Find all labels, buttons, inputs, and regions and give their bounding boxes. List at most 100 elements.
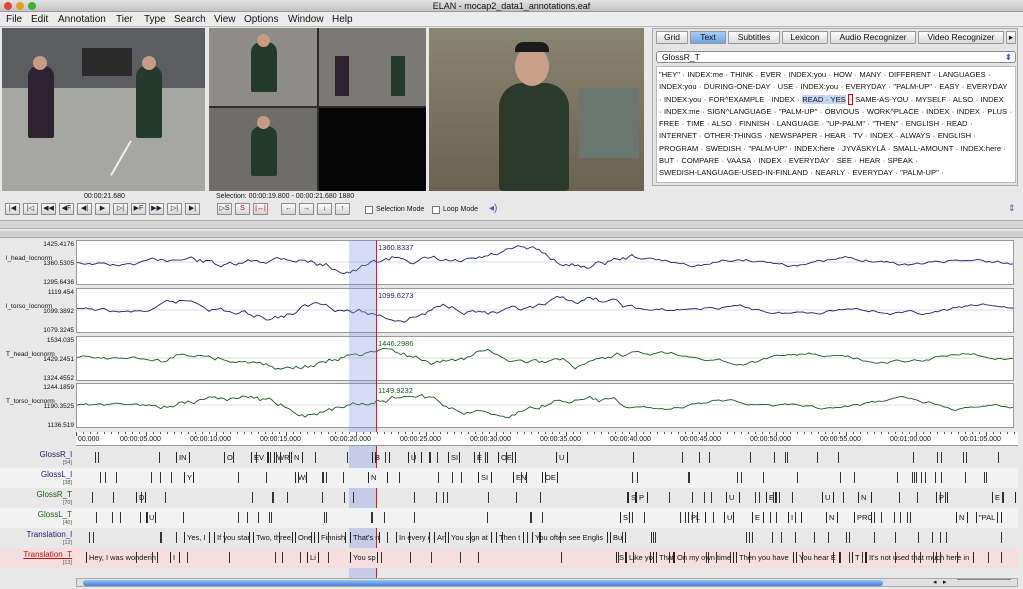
annotation-boundary[interactable] bbox=[916, 472, 917, 483]
annotation-boundary[interactable] bbox=[651, 532, 652, 543]
annotation-boundary[interactable] bbox=[159, 452, 160, 463]
tier-name[interactable]: Translation_T bbox=[0, 550, 72, 560]
annotation-boundary[interactable] bbox=[914, 472, 915, 483]
annotation-boundary[interactable] bbox=[685, 512, 686, 523]
annotation[interactable]: "PAL bbox=[976, 512, 1002, 523]
annotation-boundary[interactable] bbox=[874, 532, 875, 543]
annotation-boundary[interactable] bbox=[431, 552, 432, 563]
annotation[interactable]: Hey, I was wonderin bbox=[86, 552, 158, 563]
clear-selection-button[interactable]: S bbox=[235, 203, 250, 215]
annotation-boundary[interactable] bbox=[759, 492, 760, 503]
tab-audio-recognizer[interactable]: Audio Recognizer bbox=[830, 31, 916, 44]
annotation[interactable]: An bbox=[434, 532, 446, 543]
annotation-boundary[interactable] bbox=[846, 532, 847, 543]
tier-select[interactable]: GlossR_T ⬍ bbox=[656, 51, 1016, 63]
annotation-boundary[interactable] bbox=[763, 472, 764, 483]
annotation-boundary[interactable] bbox=[527, 532, 528, 543]
annotation-boundary[interactable] bbox=[828, 532, 829, 543]
annotation[interactable]: S bbox=[628, 492, 636, 503]
horizontal-scrollbar[interactable]: ◂ ▸ bbox=[76, 578, 1018, 587]
annotation-boundary[interactable] bbox=[258, 512, 259, 523]
annotation-boundary[interactable] bbox=[988, 552, 989, 563]
annotation-boundary[interactable] bbox=[874, 512, 875, 523]
annotation[interactable]: D bbox=[136, 492, 146, 503]
annotation-boundary[interactable] bbox=[653, 532, 654, 543]
annotation-boundary[interactable] bbox=[632, 472, 633, 483]
annotation[interactable]: If you start bbox=[214, 532, 250, 543]
menu-tier[interactable]: Tier bbox=[116, 13, 133, 26]
annotation-boundary[interactable] bbox=[183, 512, 184, 523]
time-ruler[interactable]: 00.000 00:00:05.000 00:00:10.000 00:00:15.0… bbox=[76, 432, 1018, 446]
play-button[interactable]: ▶ bbox=[95, 203, 110, 215]
annotation[interactable]: Bu bbox=[610, 532, 626, 543]
selection-back-button[interactable]: ◀| bbox=[77, 203, 92, 215]
annotation[interactable]: In every c bbox=[396, 532, 430, 543]
annotation-boundary[interactable] bbox=[900, 512, 901, 523]
annotation-boundary[interactable] bbox=[894, 512, 895, 523]
annotation-boundary[interactable] bbox=[895, 532, 896, 543]
next-frame-button[interactable]: ▷| bbox=[113, 203, 128, 215]
annotation-boundary[interactable] bbox=[414, 512, 415, 523]
step-forward-second-button[interactable]: ▶▶ bbox=[149, 203, 164, 215]
annotation-boundary[interactable] bbox=[438, 472, 439, 483]
annotation-boundary[interactable] bbox=[252, 492, 253, 503]
tab-text[interactable]: Text bbox=[690, 31, 726, 44]
annotation[interactable]: U bbox=[724, 512, 734, 523]
annotation-boundary[interactable] bbox=[344, 492, 345, 503]
annotation[interactable]: Finnish bbox=[318, 532, 346, 543]
annotation-boundary[interactable] bbox=[381, 552, 382, 563]
selection-forward-button[interactable]: ▷| bbox=[167, 203, 182, 215]
annotation-boundary[interactable] bbox=[797, 472, 798, 483]
menu-search[interactable]: Search bbox=[174, 13, 206, 26]
annotation-boundary[interactable] bbox=[347, 452, 348, 463]
annotation-boundary[interactable] bbox=[912, 472, 913, 483]
annotation-boundary[interactable] bbox=[935, 472, 936, 483]
annotation-boundary[interactable] bbox=[300, 552, 301, 563]
annotation[interactable]: U bbox=[822, 492, 834, 503]
tier-name[interactable]: GlossL_l bbox=[0, 470, 72, 480]
annotation-boundary[interactable] bbox=[1001, 552, 1002, 563]
annotation-boundary[interactable] bbox=[711, 492, 712, 503]
annotation[interactable]: N bbox=[826, 512, 838, 523]
annotation[interactable]: P bbox=[636, 492, 648, 503]
annotation-boundary[interactable] bbox=[92, 492, 93, 503]
annotation-boundary[interactable] bbox=[776, 512, 777, 523]
annotation-boundary[interactable] bbox=[918, 532, 919, 543]
frame-back-button[interactable]: ◀F bbox=[59, 203, 74, 215]
annotation-boundary[interactable] bbox=[113, 492, 114, 503]
annotation-boundary[interactable] bbox=[899, 492, 900, 503]
annotation-boundary[interactable] bbox=[322, 472, 323, 483]
annotation-boundary[interactable] bbox=[644, 512, 645, 523]
annotation-boundary[interactable] bbox=[100, 472, 101, 483]
annotation-boundary[interactable] bbox=[531, 512, 532, 523]
text-viewer[interactable]: "HEY" · INDEX:me · THINK · EVER · INDEX:… bbox=[656, 66, 1016, 183]
annotation-boundary[interactable] bbox=[269, 512, 270, 523]
annotation-boundary[interactable] bbox=[741, 472, 742, 483]
annotation-boundary[interactable] bbox=[487, 512, 488, 523]
annotation-boundary[interactable] bbox=[238, 472, 239, 483]
annotation-boundary[interactable] bbox=[925, 472, 926, 483]
annotation-boundary[interactable] bbox=[353, 492, 354, 503]
annotation-boundary[interactable] bbox=[897, 472, 898, 483]
annotation[interactable]: Y bbox=[184, 472, 194, 483]
annotation-boundary[interactable] bbox=[966, 452, 967, 463]
annotation[interactable]: You sp bbox=[350, 552, 378, 563]
tier-name[interactable]: GlossL_T bbox=[0, 510, 72, 520]
annotation-boundary[interactable] bbox=[633, 452, 634, 463]
annotation[interactable]: You often see Englis bbox=[532, 532, 608, 543]
annotation[interactable]: That bbox=[656, 552, 674, 563]
play-selection-button[interactable]: ▷S bbox=[217, 203, 232, 215]
annotation[interactable]: IN bbox=[176, 452, 190, 463]
annotation-boundary[interactable] bbox=[270, 452, 271, 463]
signal-plot[interactable] bbox=[76, 383, 1014, 428]
annotation[interactable]: PL bbox=[688, 512, 706, 523]
menu-help[interactable]: Help bbox=[332, 13, 353, 26]
selection-bounds-button[interactable]: |↔| bbox=[253, 203, 268, 215]
annotation-boundary[interactable] bbox=[161, 532, 162, 543]
annotation-boundary[interactable] bbox=[238, 512, 239, 523]
annotation-boundary[interactable] bbox=[774, 452, 775, 463]
tier-lane[interactable]: DSPUEUNPE bbox=[76, 488, 1018, 508]
tier-lane[interactable]: U S PL U E I N PRO N "PAL bbox=[76, 508, 1018, 528]
annotation-boundary[interactable] bbox=[187, 552, 188, 563]
annotation[interactable]: I bbox=[170, 552, 180, 563]
